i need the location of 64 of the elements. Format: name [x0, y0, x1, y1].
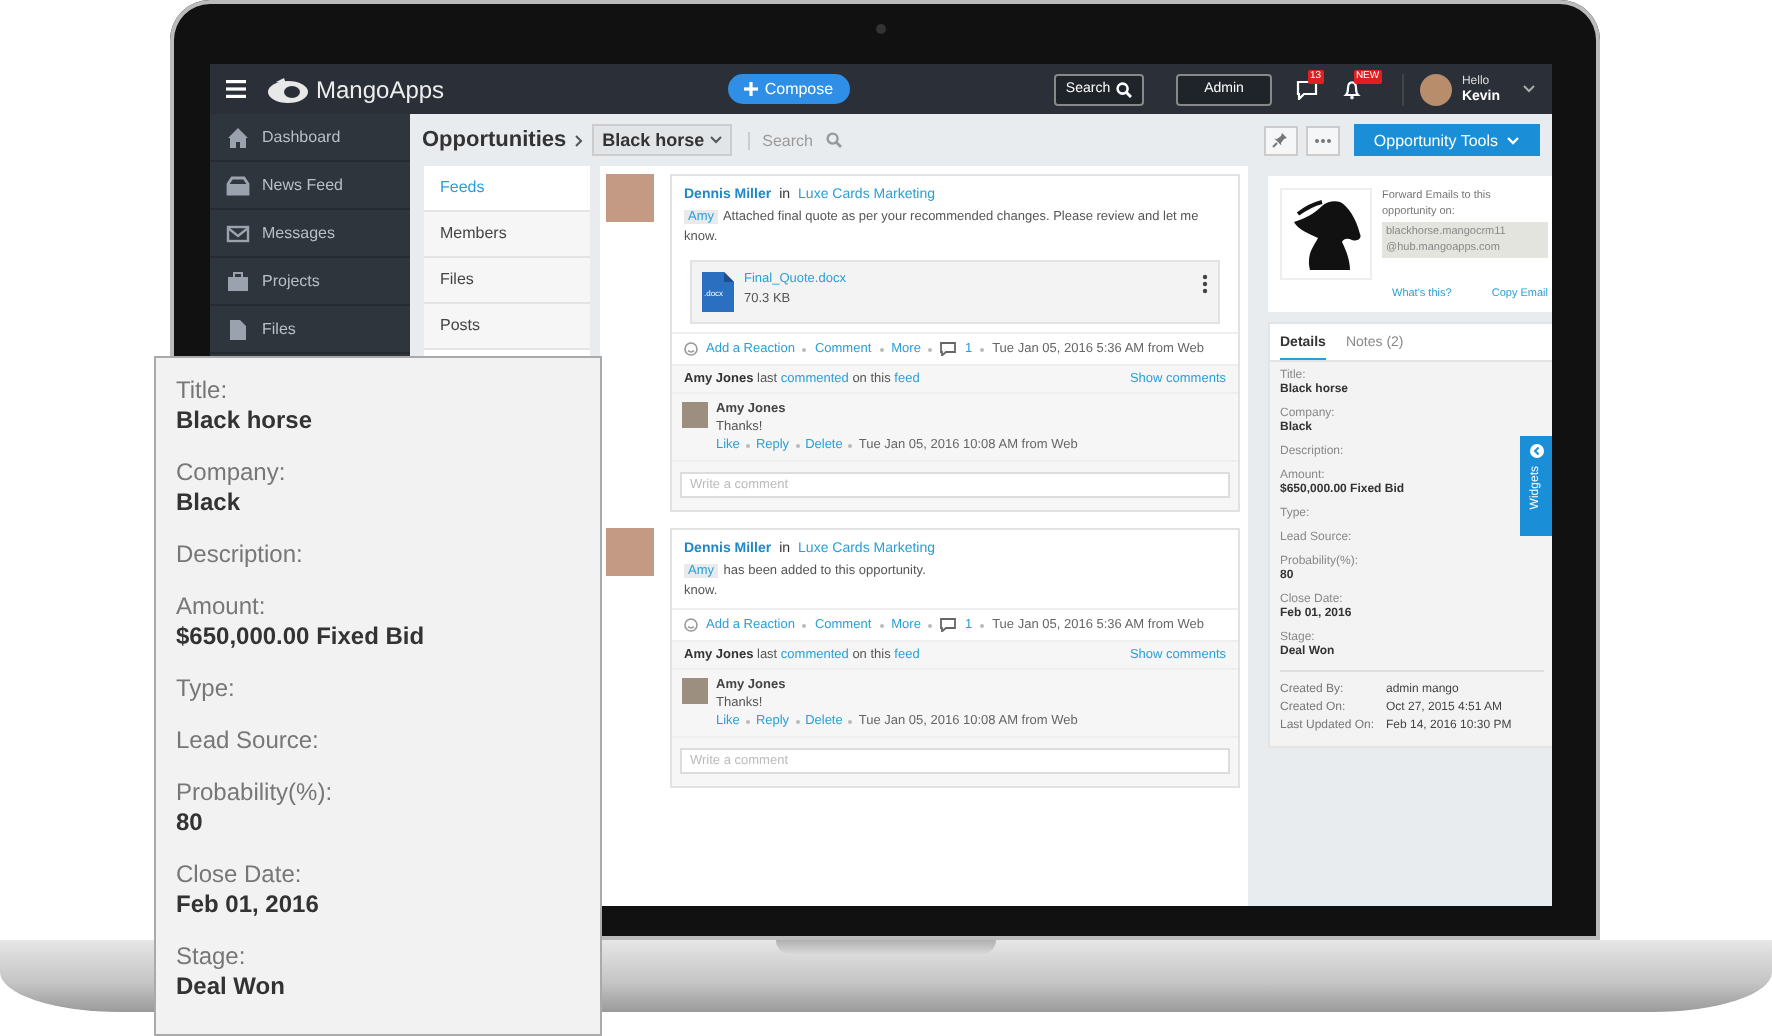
tab[interactable]: Files — [424, 258, 590, 304]
field-value: $650,000.00 Fixed Bid — [176, 622, 427, 652]
search-field[interactable]: Search — [748, 131, 843, 149]
menu-icon[interactable] — [226, 80, 246, 98]
brand-name: MangoApps — [316, 75, 445, 103]
plus-icon — [744, 82, 759, 96]
field-label: Probability(%): — [176, 778, 335, 808]
sidebar-item[interactable]: Dashboard — [210, 114, 410, 162]
field-label: Description: — [176, 540, 305, 570]
tab[interactable]: Members — [424, 212, 590, 258]
chevron-right-icon — [574, 133, 585, 147]
field-label: Close Date: — [176, 860, 304, 890]
compose-button[interactable]: Compose — [728, 74, 850, 104]
field-value: Black horse — [176, 406, 315, 436]
field-label: Type: — [176, 674, 237, 704]
mango-logo-icon — [266, 75, 310, 103]
sidebar-item[interactable]: Projects — [210, 258, 410, 306]
field-label: Lead Source: — [176, 726, 321, 756]
envelope-icon — [226, 221, 250, 245]
avatar-photo-placeholder — [682, 678, 708, 704]
briefcase-icon — [226, 269, 250, 293]
comment-bubble-icon — [940, 342, 957, 356]
pin-icon — [1272, 132, 1289, 148]
field-value: Deal Won — [176, 972, 287, 1002]
bell-icon[interactable] — [1341, 79, 1362, 99]
sidebar-item[interactable]: Messages — [210, 210, 410, 258]
kebab-menu-icon[interactable] — [1202, 274, 1208, 294]
chat-bubble-icon[interactable] — [1295, 79, 1318, 99]
avatar-photo-placeholder — [1419, 73, 1452, 105]
file-icon — [226, 317, 250, 341]
sidebar-item[interactable]: Files — [210, 306, 410, 354]
avatar-photo-placeholder — [606, 174, 654, 222]
field-value: Feb 01, 2016 — [176, 890, 321, 920]
house-icon — [226, 125, 250, 149]
field-value: 80 — [176, 808, 205, 838]
avatar-photo-placeholder — [606, 528, 654, 576]
record-dropdown[interactable]: Black horse — [592, 124, 733, 156]
field-label: Amount: — [176, 592, 268, 622]
smiley-icon — [684, 342, 698, 356]
pin-button[interactable] — [1263, 125, 1298, 155]
avatar-photo-placeholder — [682, 402, 708, 428]
field-value: Black — [176, 488, 243, 518]
caret-icon — [1506, 135, 1520, 145]
inbox-icon — [226, 173, 250, 197]
more-button[interactable] — [1305, 125, 1340, 155]
opportunity-tools-button[interactable]: Opportunity Tools — [1353, 124, 1540, 156]
comment-bubble-icon — [940, 618, 957, 632]
search-icon — [826, 132, 843, 148]
document-file-icon — [702, 272, 734, 312]
horse-head-logo — [1280, 188, 1372, 280]
caret-icon[interactable] — [1522, 84, 1536, 94]
field-label: Title: — [176, 376, 230, 406]
tab[interactable]: Posts — [424, 304, 590, 350]
caret-icon — [710, 136, 723, 144]
field-label: Stage: — [176, 942, 248, 972]
chevron-left-icon — [1529, 444, 1543, 458]
breadcrumb-link[interactable]: Opportunities — [422, 128, 567, 152]
search-icon — [1116, 81, 1133, 97]
smiley-icon — [684, 618, 698, 632]
camera-icon — [876, 24, 886, 34]
notch-icon — [776, 940, 996, 954]
more-dots-icon — [1313, 137, 1332, 143]
sidebar-item[interactable]: News Feed — [210, 162, 410, 210]
field-label: Company: — [176, 458, 288, 488]
